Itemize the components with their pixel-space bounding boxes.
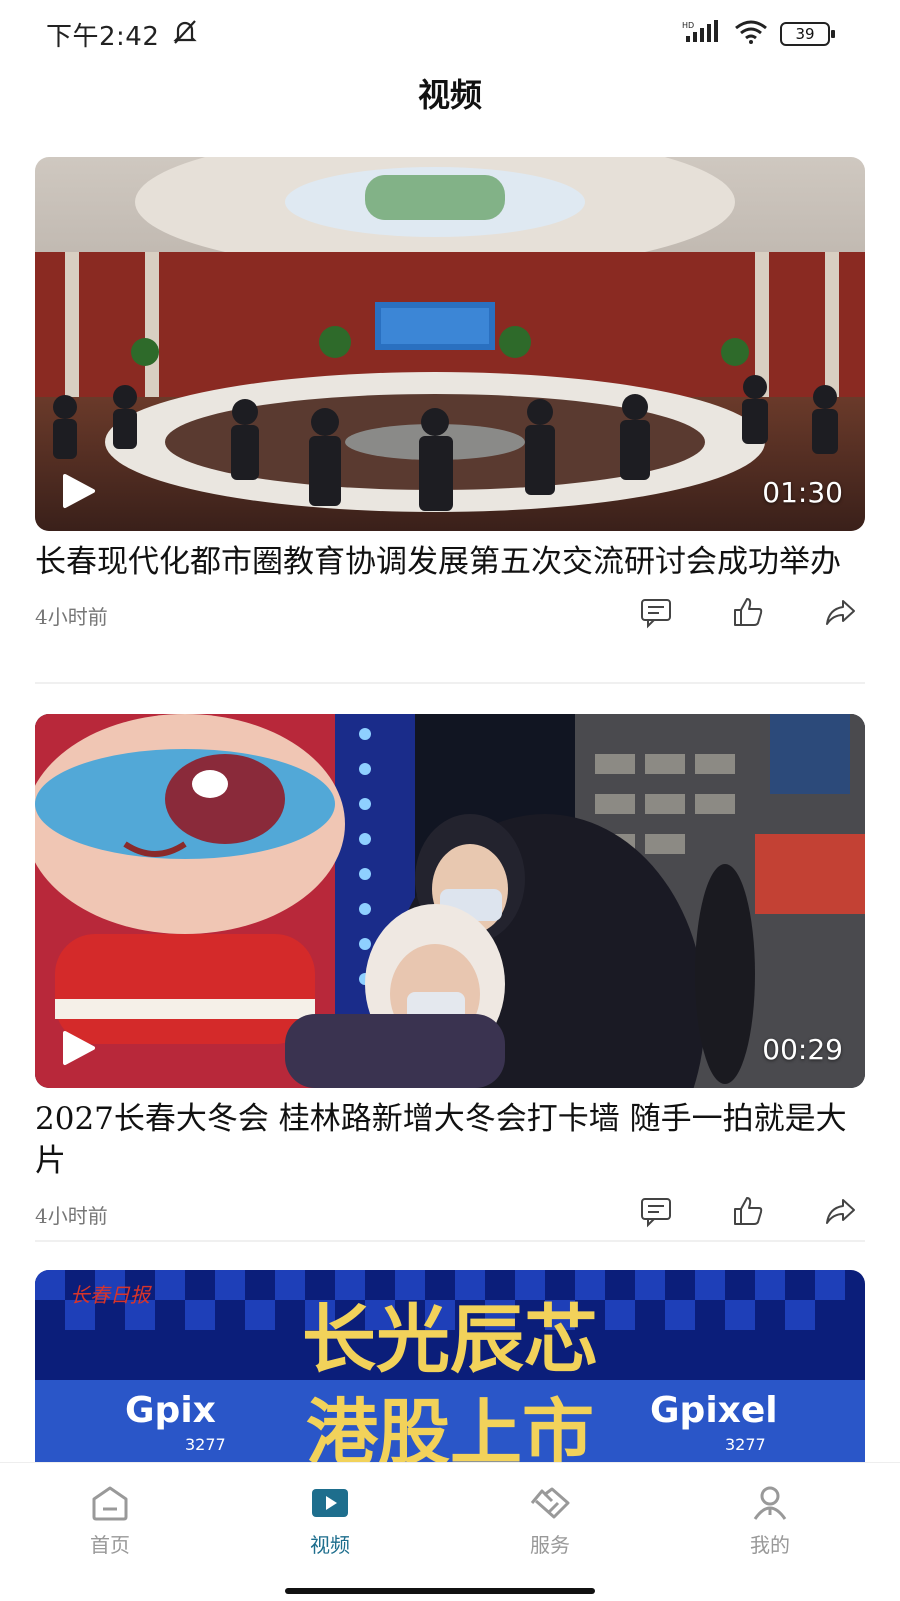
- video-actions: [639, 1194, 857, 1228]
- banner-headline-2: 港股上市: [306, 1390, 594, 1462]
- video-title[interactable]: 2027长春大冬会 桂林路新增大冬会打卡墙 随手一拍就是大片: [35, 1098, 865, 1182]
- tab-label: 视频: [310, 1533, 350, 1557]
- video-thumbnail-2[interactable]: 00:29: [35, 714, 865, 1088]
- banner-code-right: 3277: [725, 1435, 766, 1454]
- video-card-2[interactable]: 00:29 2027长春大冬会 桂林路新增大冬会打卡墙 随手一拍就是大片 4小时…: [35, 714, 865, 1238]
- ipo-banner-image: 长春日报 长光辰芯 港股上市 Gpix Gpixel 3277 3277: [35, 1270, 865, 1462]
- like-icon[interactable]: [731, 595, 765, 629]
- publish-time: 4小时前: [35, 605, 108, 629]
- profile-icon: [710, 1483, 830, 1523]
- newspaper-logo-image: 长春日报: [70, 1283, 152, 1307]
- wifi-icon: [734, 20, 768, 48]
- divider: [35, 682, 865, 684]
- comment-icon[interactable]: [639, 595, 673, 629]
- service-icon: [490, 1483, 610, 1523]
- video-thumbnail-3[interactable]: 长春日报 长光辰芯 港股上市 Gpix Gpixel 3277 3277: [35, 1270, 865, 1462]
- mute-bell-icon: [172, 18, 198, 50]
- tab-video[interactable]: 视频: [270, 1483, 390, 1558]
- svg-text:HD: HD: [682, 21, 694, 30]
- video-card-1[interactable]: 01:30 长春现代化都市圈教育协调发展第五次交流研讨会成功举办 4小时前: [35, 157, 865, 639]
- video-icon: [270, 1483, 390, 1523]
- tab-label: 服务: [530, 1533, 570, 1557]
- publish-time: 4小时前: [35, 1204, 108, 1228]
- home-icon: [50, 1483, 170, 1523]
- status-icons: HD 39: [682, 20, 835, 48]
- play-icon[interactable]: [59, 1030, 99, 1066]
- bottom-tab-bar: 首页 视频 服务 我的: [0, 1462, 900, 1601]
- tab-service[interactable]: 服务: [490, 1483, 610, 1558]
- status-bar: 下午2:42 HD 39: [0, 0, 900, 64]
- battery-indicator: 39: [780, 22, 835, 46]
- page-title: 视频: [417, 76, 482, 114]
- video-card-3[interactable]: 长春日报 长光辰芯 港股上市 Gpix Gpixel 3277 3277: [35, 1270, 865, 1462]
- share-icon[interactable]: [823, 595, 857, 629]
- video-duration: 00:29: [762, 1033, 843, 1066]
- tab-profile[interactable]: 我的: [710, 1483, 830, 1558]
- signal-icon: HD: [682, 20, 722, 48]
- home-indicator: [285, 1588, 595, 1594]
- tab-home[interactable]: 首页: [50, 1483, 170, 1558]
- status-time: 下午2:42: [46, 22, 160, 52]
- tab-label: 首页: [90, 1533, 130, 1557]
- banner-code-left: 3277: [185, 1435, 226, 1454]
- share-icon[interactable]: [823, 1194, 857, 1228]
- banner-brand-right: Gpixel: [650, 1390, 778, 1431]
- like-icon[interactable]: [731, 1194, 765, 1228]
- video-meta: 4小时前: [35, 589, 865, 639]
- tab-label: 我的: [750, 1533, 790, 1557]
- video-duration: 01:30: [762, 476, 843, 509]
- divider: [35, 1240, 865, 1242]
- banner-brand-left: Gpix: [125, 1390, 216, 1431]
- comment-icon[interactable]: [639, 1194, 673, 1228]
- video-thumbnail-1[interactable]: 01:30: [35, 157, 865, 531]
- meeting-room-image: [35, 157, 865, 531]
- play-icon[interactable]: [59, 473, 99, 509]
- video-actions: [639, 595, 857, 629]
- banner-headline-1: 长光辰芯: [302, 1297, 598, 1383]
- video-meta: 4小时前: [35, 1188, 865, 1238]
- video-title[interactable]: 长春现代化都市圈教育协调发展第五次交流研讨会成功举办: [35, 541, 865, 583]
- winter-games-wall-image: [35, 714, 865, 1088]
